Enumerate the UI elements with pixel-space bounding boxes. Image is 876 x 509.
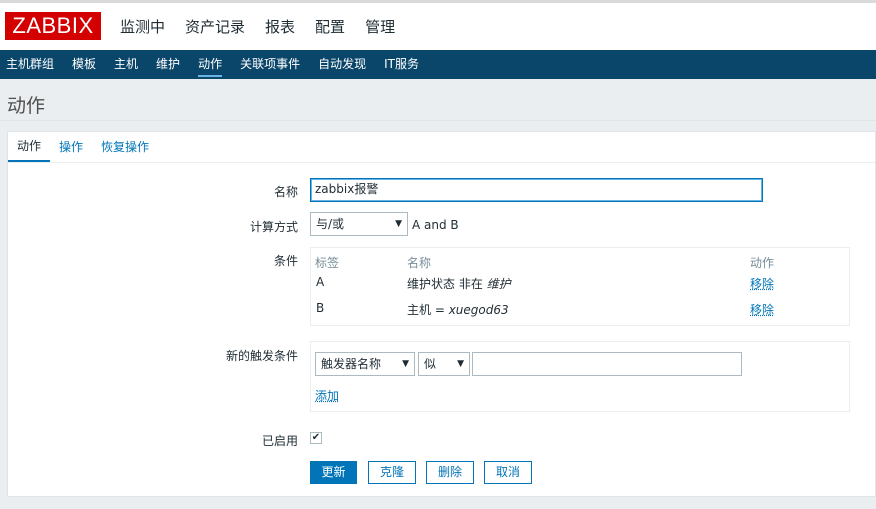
cancel-button[interactable]: 取消 (484, 461, 532, 484)
title-divider (0, 120, 876, 121)
update-button[interactable]: 更新 (310, 461, 357, 484)
cond-row-b-remove-link[interactable]: 移除 (750, 301, 774, 318)
new-condition-type-value: 触发器名称 (321, 357, 382, 371)
cond-row-a-label: A (316, 275, 325, 289)
delete-button[interactable]: 删除 (426, 461, 474, 484)
tab-recovery-operations[interactable]: 恢复操作 (92, 132, 158, 163)
cond-header-name: 名称 (407, 256, 432, 270)
main-menu-configuration[interactable]: 配置 (305, 16, 355, 38)
sub-menu: 主机群组 模板 主机 维护 动作 关联项事件 自动发现 IT服务 (0, 50, 876, 79)
main-menu-monitoring[interactable]: 监测中 (110, 16, 175, 38)
new-condition-type-select[interactable]: 触发器名称 ▼ (315, 352, 415, 376)
action-form-panel: 动作 操作 恢复操作 名称 zabbix报警 计算方式 与/或 ▼ A and … (7, 131, 876, 497)
calc-label: 计算方式 (249, 220, 298, 234)
conditions-table: 标签 名称 动作 A 维护状态 非在 维护 移除 B 主机 = xuegod63… (310, 247, 850, 326)
conditions-label: 条件 (273, 254, 298, 268)
cond-row-a-name: 维护状态 非在 维护 (407, 275, 511, 292)
cond-row-a-prefix: 维护状态 非在 (407, 277, 487, 291)
main-menu-reports[interactable]: 报表 (255, 16, 305, 38)
cond-row-a-value: 维护 (486, 277, 511, 291)
new-condition-value-input[interactable] (472, 352, 742, 376)
sub-menu-host-groups[interactable]: 主机群组 (0, 50, 63, 79)
cond-row-b-prefix: 主机 = (407, 303, 449, 317)
sub-menu-discovery[interactable]: 自动发现 (309, 50, 375, 79)
sub-menu-event-correlation[interactable]: 关联项事件 (231, 50, 309, 79)
calc-select-value: 与/或 (316, 217, 345, 231)
new-condition-operator-value: 似 (424, 357, 437, 371)
new-condition-box: 触发器名称 ▼ 似 ▼ 添加 (310, 341, 850, 412)
tab-action[interactable]: 动作 (8, 132, 51, 163)
sub-menu-bar: 主机群组 模板 主机 维护 动作 关联项事件 自动发现 IT服务 (0, 50, 876, 79)
cond-row-b-value: xuegod63 (448, 303, 509, 317)
cond-row-b-name: 主机 = xuegod63 (407, 301, 509, 318)
add-condition-link[interactable]: 添加 (315, 387, 339, 404)
form-tabs: 动作 操作 恢复操作 (8, 132, 158, 163)
caret-down-icon: ▼ (402, 359, 409, 369)
tab-divider (8, 162, 875, 163)
tab-operations[interactable]: 操作 (50, 132, 92, 163)
sub-menu-maintenance[interactable]: 维护 (147, 50, 189, 79)
main-menu: 监测中 资产记录 报表 配置 管理 (110, 16, 405, 38)
zabbix-logo[interactable]: ZABBIX (5, 12, 101, 40)
enabled-checkbox[interactable]: ✔ (310, 432, 322, 444)
main-menu-inventory[interactable]: 资产记录 (175, 16, 255, 38)
name-label: 名称 (273, 185, 298, 199)
caret-down-icon: ▼ (457, 359, 464, 369)
calc-expression: A and B (412, 218, 459, 232)
top-header: ZABBIX 监测中 资产记录 报表 配置 管理 (0, 0, 876, 50)
cond-header-action: 动作 (750, 256, 775, 270)
clone-button[interactable]: 克隆 (368, 461, 416, 484)
sub-menu-templates[interactable]: 模板 (63, 50, 105, 79)
enabled-label: 已启用 (261, 434, 298, 448)
calc-select[interactable]: 与/或 ▼ (310, 212, 408, 236)
cond-header-label: 标签 (315, 256, 340, 270)
sub-menu-actions[interactable]: 动作 (189, 50, 231, 79)
caret-down-icon: ▼ (395, 219, 402, 229)
name-input[interactable]: zabbix报警 (310, 178, 763, 202)
page-title: 动作 (7, 95, 46, 117)
cond-row-a-remove-link[interactable]: 移除 (750, 275, 774, 292)
new-condition-operator-select[interactable]: 似 ▼ (418, 352, 470, 376)
new-condition-label: 新的触发条件 (225, 349, 298, 363)
sub-menu-hosts[interactable]: 主机 (105, 50, 147, 79)
main-menu-administration[interactable]: 管理 (355, 16, 405, 38)
sub-menu-it-services[interactable]: IT服务 (375, 50, 428, 79)
cond-row-b-label: B (316, 301, 325, 315)
